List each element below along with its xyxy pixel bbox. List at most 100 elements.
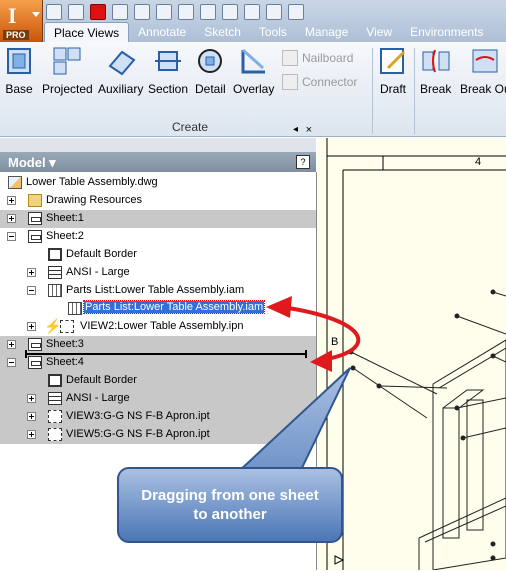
panel-header-strip: ◂ × — [0, 124, 316, 153]
tab-place-views[interactable]: Place Views — [44, 22, 130, 43]
view-icon — [48, 410, 62, 423]
tree-item-view3[interactable]: VIEW3:G-G NS F-B Apron.ipt — [0, 408, 316, 426]
section-marker-label: B — [331, 336, 339, 348]
tab-annotate[interactable]: Annotate — [129, 22, 195, 42]
expand-icon[interactable] — [7, 214, 16, 223]
print-icon[interactable] — [178, 4, 194, 20]
save-red-icon[interactable] — [90, 4, 106, 20]
tab-view[interactable]: View — [357, 22, 401, 42]
pin-icon[interactable]: ◂ — [293, 124, 298, 135]
project-icon[interactable] — [222, 4, 238, 20]
draft-view-button[interactable]: Draft — [378, 46, 408, 96]
callout-box: Dragging from one sheet to another — [117, 467, 343, 543]
application-menu-button[interactable]: I PRO — [0, 0, 43, 42]
detail-view-icon — [195, 46, 225, 76]
ribbon-tabs: Place Views Annotate Sketch Tools Manage… — [44, 22, 492, 43]
tree-item-sheet-1[interactable]: Sheet:1 — [0, 210, 316, 228]
return-icon[interactable] — [244, 4, 260, 20]
base-view-icon — [4, 46, 34, 76]
title-block-icon — [48, 266, 62, 279]
tab-sketch[interactable]: Sketch — [195, 22, 250, 42]
connector-button[interactable]: Connector — [282, 74, 357, 90]
nailboard-icon — [282, 50, 298, 66]
expand-icon[interactable] — [27, 412, 36, 421]
open-icon[interactable] — [68, 4, 84, 20]
ribbon-panel: Base Projected Auxiliary Section Detail … — [0, 42, 506, 137]
model-dropdown[interactable]: Model ▾ — [8, 155, 56, 171]
collapse-icon[interactable] — [27, 286, 36, 295]
tab-environments[interactable]: Environments — [401, 22, 492, 42]
redo-icon[interactable] — [156, 4, 172, 20]
select-icon[interactable] — [200, 4, 216, 20]
expand-icon[interactable] — [27, 430, 36, 439]
tree-item-drawing-resources[interactable]: Drawing Resources — [0, 192, 316, 210]
detail-view-button[interactable]: Detail — [195, 46, 226, 96]
overlay-view-icon — [239, 46, 269, 76]
tree-item-default-border-4[interactable]: Default Border — [0, 372, 316, 390]
parts-list-icon — [68, 302, 82, 315]
help-icon[interactable]: ? — [296, 155, 310, 169]
tree-item-ansi-large[interactable]: ANSI - Large — [0, 264, 316, 282]
tree-item-sheet-2[interactable]: Sheet:2 — [0, 228, 316, 246]
tab-manage[interactable]: Manage — [296, 22, 357, 42]
sheet-icon — [28, 212, 42, 225]
inventor-logo: I — [8, 3, 17, 28]
tree-item-parts-list[interactable]: Parts List:Lower Table Assembly.iam — [0, 282, 316, 300]
plus-icon[interactable] — [288, 4, 304, 20]
new-icon[interactable] — [46, 4, 62, 20]
sheet-icon — [28, 338, 42, 351]
browser-title-bar: Model ▾ ? — [0, 152, 316, 172]
expand-icon[interactable] — [27, 322, 36, 331]
break-icon — [421, 46, 451, 76]
tree-item-default-border[interactable]: Default Border — [0, 246, 316, 264]
tree-item-document[interactable]: Lower Table Assembly.dwg — [0, 174, 316, 192]
expand-icon[interactable] — [7, 340, 16, 349]
expand-icon[interactable] — [27, 394, 36, 403]
expand-icon[interactable] — [27, 268, 36, 277]
tree-item-view5[interactable]: VIEW5:G-G NS F-B Apron.ipt — [0, 426, 316, 444]
break-out-icon — [470, 46, 500, 76]
tree-item-ansi-large-4[interactable]: ANSI - Large — [0, 390, 316, 408]
collapse-icon[interactable] — [7, 358, 16, 367]
tree-item-sheet-4[interactable]: Sheet:4 — [0, 354, 316, 372]
chevron-down-icon — [32, 12, 40, 17]
tree-item-sheet-3[interactable]: Sheet:3 — [0, 336, 316, 354]
undo-icon[interactable] — [134, 4, 150, 20]
section-view-icon — [153, 46, 183, 76]
zone-label: 4 — [475, 156, 482, 168]
section-view-button[interactable]: Section — [148, 46, 188, 96]
pro-badge: PRO — [3, 30, 29, 40]
tab-tools[interactable]: Tools — [250, 22, 296, 42]
connector-icon — [282, 74, 298, 90]
close-icon[interactable]: × — [306, 124, 312, 136]
projected-view-icon — [52, 46, 82, 76]
lightning-icon: ⚡ — [44, 318, 62, 334]
sheet-icon — [28, 230, 42, 243]
drawing-sheet — [317, 138, 506, 571]
ribbon-separator — [414, 48, 415, 134]
tree-item-view2[interactable]: ⚡ VIEW2:Lower Table Assembly.ipn — [0, 318, 316, 336]
title-bar: I PRO Place Views Annotate Sketch Tools … — [0, 0, 506, 43]
expand-icon[interactable] — [7, 196, 16, 205]
draft-view-icon — [378, 46, 408, 76]
create-group-label: Create — [171, 120, 209, 134]
tree-item-parts-list-child[interactable]: Parts List:Lower Table Assembly.iam — [0, 300, 316, 318]
drawing-file-icon — [8, 176, 22, 189]
collapse-icon[interactable] — [7, 232, 16, 241]
projected-view-button[interactable]: Projected — [42, 46, 93, 96]
break-out-button[interactable]: Break Ou — [460, 46, 506, 96]
parts-list-icon — [48, 284, 62, 297]
drawing-canvas[interactable]: 4 B — [317, 138, 506, 571]
auxiliary-view-icon — [106, 46, 136, 76]
auxiliary-view-button[interactable]: Auxiliary — [98, 46, 143, 96]
overlay-view-button[interactable]: Overlay — [233, 46, 274, 96]
nailboard-button[interactable]: Nailboard — [282, 50, 353, 66]
view-icon — [48, 428, 62, 441]
border-icon — [48, 374, 62, 387]
base-view-button[interactable]: Base — [4, 46, 34, 96]
break-button[interactable]: Break — [420, 46, 451, 96]
save-icon[interactable] — [112, 4, 128, 20]
view-icon — [60, 320, 74, 333]
border-icon — [48, 248, 62, 261]
measure-icon[interactable] — [266, 4, 282, 20]
